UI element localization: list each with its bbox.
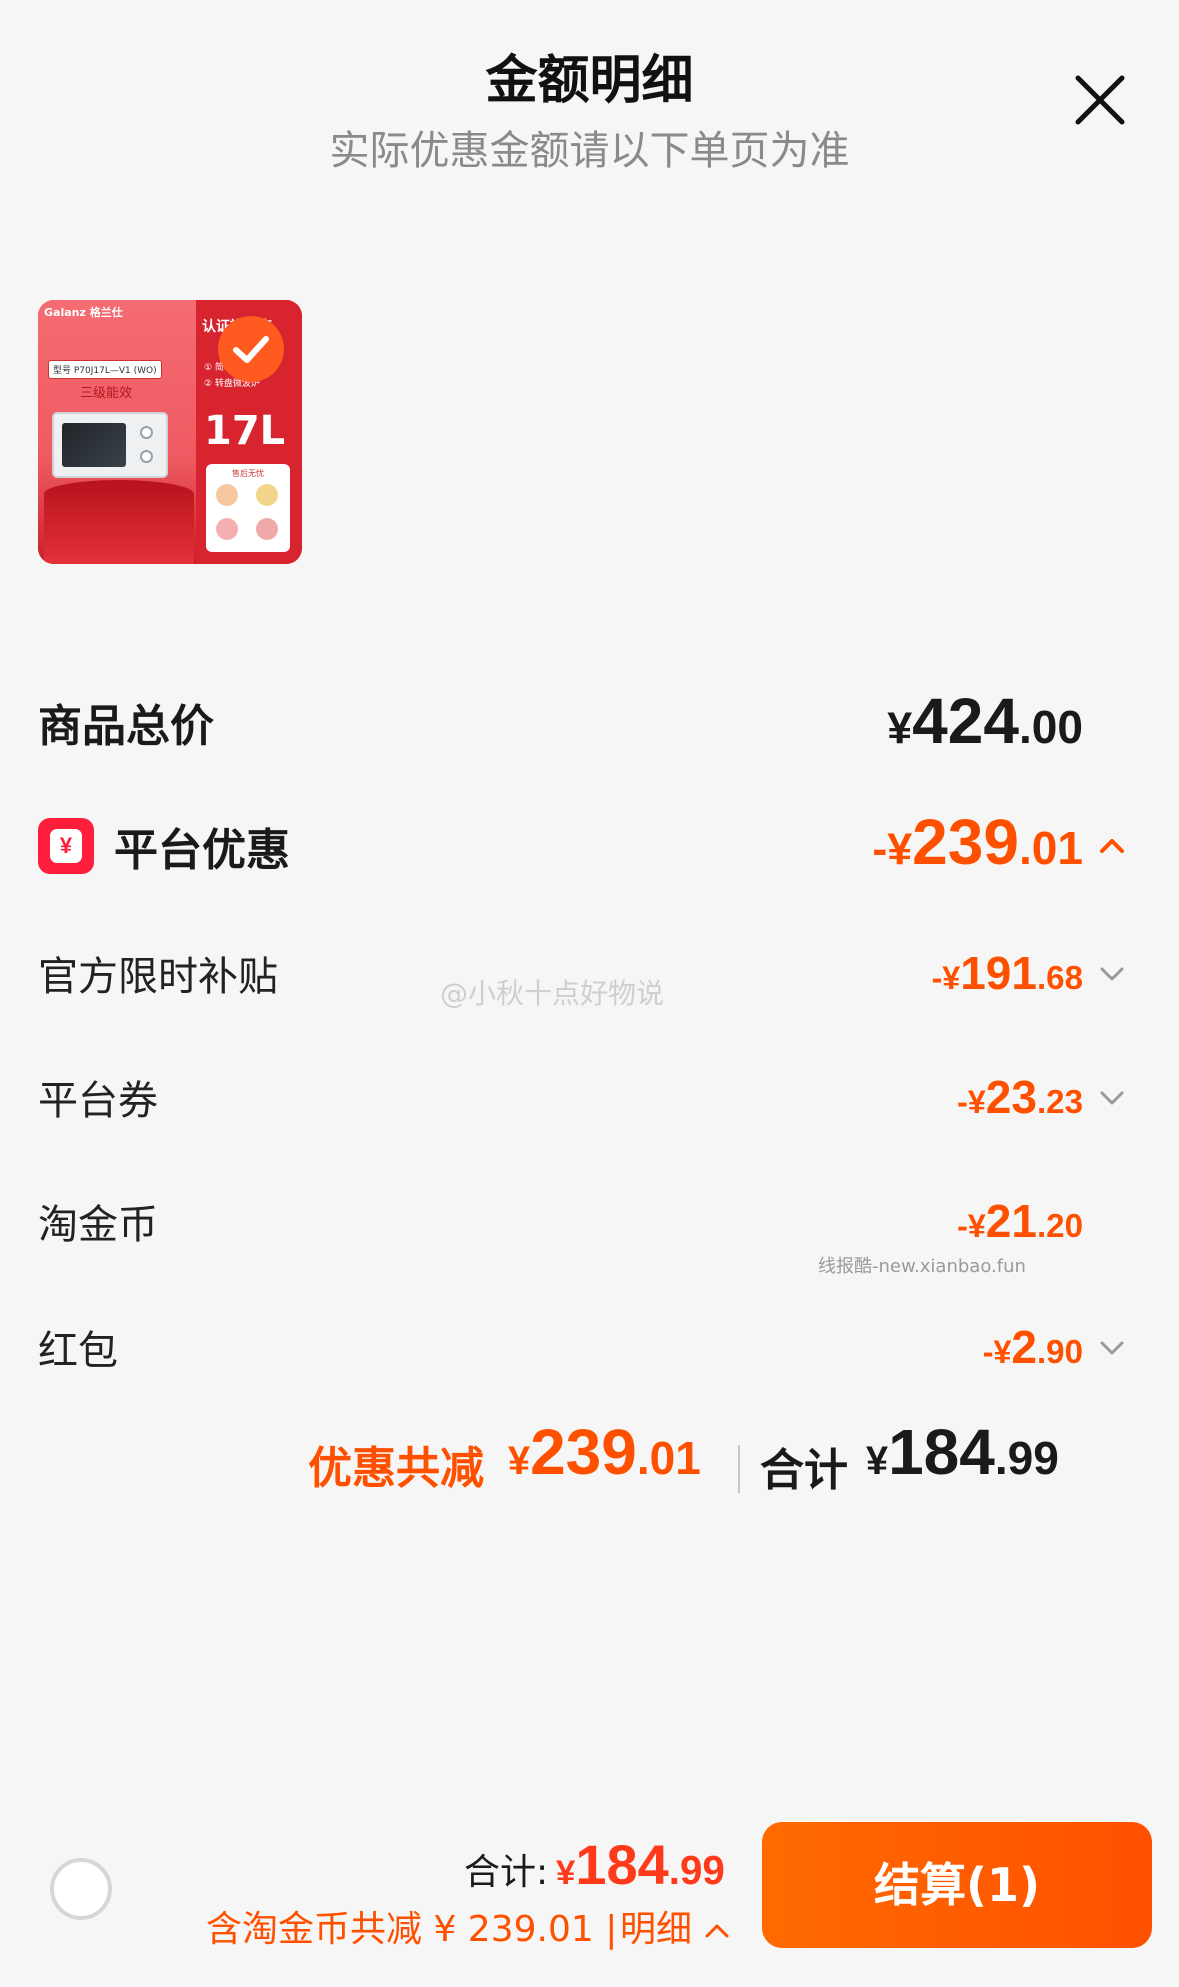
after-sales-label: 售后无忧 — [232, 469, 264, 478]
microwave-knob — [140, 426, 153, 439]
currency-sign: ¥ — [887, 703, 913, 753]
platform-discount-label: 平台优惠 — [114, 825, 290, 876]
microwave-image — [52, 412, 168, 478]
price-decimal: .90 — [1036, 1334, 1083, 1371]
platform-coupon-value[interactable]: -¥23.23 — [957, 1070, 1083, 1124]
product-thumbnail[interactable]: Galanz 格兰仕 型号 P70J17L—V1 (WO) 三级能效 认证旗舰店… — [38, 300, 302, 564]
currency-sign: ¥ — [508, 1439, 531, 1483]
product-capacity: 17L — [204, 408, 286, 454]
coupon-icon: ¥ — [38, 818, 94, 874]
detail-link-label: 明细 — [620, 1909, 693, 1950]
taojinbi-value: -¥21.20 — [957, 1194, 1083, 1248]
price-integer: 184 — [888, 1416, 995, 1488]
price-integer: 239 — [912, 806, 1019, 878]
product-model: 型号 P70J17L—V1 (WO) — [48, 360, 162, 379]
currency-sign: ¥ — [866, 1439, 889, 1483]
price-decimal: .20 — [1036, 1208, 1083, 1245]
price-integer: 184 — [575, 1833, 669, 1896]
price-decimal: .00 — [1018, 701, 1083, 753]
currency-sign: -¥ — [957, 1208, 986, 1244]
saving-total-amount: ¥239.01 — [508, 1415, 701, 1489]
checkout-button[interactable]: 结算(1) — [762, 1822, 1152, 1948]
chevron-down-icon[interactable] — [1098, 960, 1126, 988]
chevron-up-icon — [705, 1924, 729, 1938]
price-integer: 239 — [530, 1416, 637, 1488]
currency-sign: -¥ — [931, 960, 961, 996]
chevron-up-icon[interactable] — [1098, 832, 1126, 860]
close-button[interactable] — [1070, 70, 1130, 130]
product-pedestal — [44, 480, 194, 564]
selected-check-badge[interactable] — [218, 316, 284, 382]
footer-total-amount: ¥184.99 — [556, 1832, 725, 1897]
sheet-header: 金额明细 实际优惠金额请以下单页为准 — [0, 0, 1179, 180]
xianbao-watermark: 线报酷-new.xianbao.fun — [818, 1256, 1026, 1277]
footer-savings-text: 含淘金币共减 ¥ 239.01 | — [206, 1909, 618, 1950]
after-sales-card: 售后无忧 — [206, 464, 290, 552]
price-decimal: .01 — [1018, 822, 1083, 874]
price-decimal: .99 — [668, 1847, 725, 1893]
detail-toggle-link[interactable]: 明细 — [620, 1900, 731, 1952]
taojinbi-label: 淘金币 — [38, 1202, 158, 1248]
page-subtitle: 实际优惠金额请以下单页为准 — [329, 128, 850, 174]
currency-sign: -¥ — [872, 824, 913, 874]
price-integer: 23 — [985, 1071, 1037, 1123]
saving-total-label: 优惠共减 — [308, 1443, 484, 1494]
price-decimal: .68 — [1036, 960, 1083, 997]
badge-icon — [216, 484, 238, 506]
badge-icon — [216, 518, 238, 540]
product-energy-rating: 三级能效 — [80, 386, 133, 401]
summary-total-amount: ¥184.99 — [866, 1415, 1059, 1489]
price-integer: 191 — [960, 947, 1037, 999]
total-price-value: ¥424.00 — [887, 684, 1083, 758]
chevron-down-icon[interactable] — [1098, 1334, 1126, 1362]
price-integer: 2 — [1011, 1321, 1037, 1373]
price-decimal: .99 — [994, 1432, 1059, 1484]
product-brand: Galanz 格兰仕 — [44, 306, 123, 319]
price-decimal: .01 — [636, 1432, 701, 1484]
red-packet-value[interactable]: -¥2.90 — [983, 1320, 1083, 1374]
weibo-watermark: @小秋十点好物说 — [440, 977, 665, 1010]
red-packet-label: 红包 — [38, 1328, 118, 1374]
price-integer: 21 — [985, 1195, 1037, 1247]
platform-coupon-label: 平台券 — [38, 1078, 158, 1124]
page-title: 金额明细 — [485, 51, 694, 111]
badge-icon — [256, 484, 278, 506]
price-integer: 424 — [912, 685, 1019, 757]
select-all-radio[interactable] — [50, 1858, 112, 1920]
summary-divider — [738, 1445, 740, 1493]
platform-discount-value[interactable]: -¥239.01 — [872, 805, 1083, 879]
currency-sign: -¥ — [957, 1084, 986, 1120]
subsidy-value[interactable]: -¥191.68 — [932, 946, 1083, 1000]
checkmark-icon — [233, 336, 269, 363]
microwave-knob — [140, 450, 153, 463]
badge-icon — [256, 518, 278, 540]
footer-total-label: 合计: — [464, 1852, 549, 1893]
close-icon — [1075, 75, 1125, 125]
summary-total-label: 合计 — [760, 1445, 848, 1496]
microwave-window — [62, 423, 126, 467]
price-decimal: .23 — [1036, 1084, 1083, 1121]
total-price-label: 商品总价 — [38, 701, 214, 752]
currency-sign: -¥ — [982, 1334, 1012, 1370]
chevron-down-icon[interactable] — [1098, 1084, 1126, 1112]
currency-sign: ¥ — [556, 1854, 576, 1892]
subsidy-label: 官方限时补贴 — [38, 954, 278, 1000]
